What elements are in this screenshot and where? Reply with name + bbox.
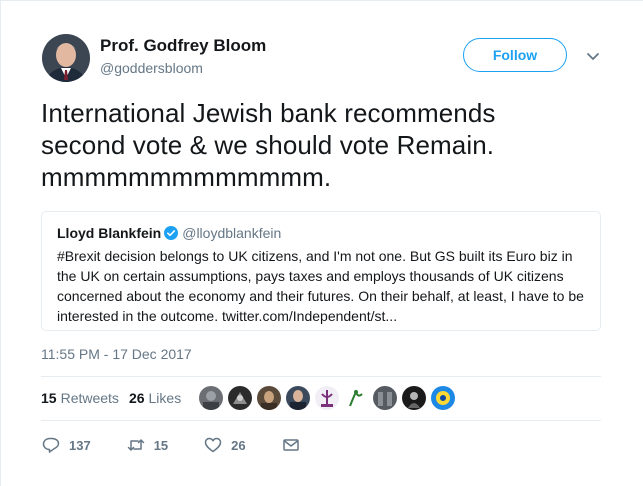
reply-icon: [42, 437, 60, 453]
window-top-border: [0, 0, 643, 1]
retweet-button[interactable]: 15: [127, 436, 168, 454]
likes-stat[interactable]: 26 Likes: [129, 390, 181, 406]
liker-avatar[interactable]: [199, 386, 223, 410]
tweet-text-line: mmmmmmmmmmmmm.: [41, 162, 332, 192]
heart-icon: [204, 437, 222, 453]
likes-label: Likes: [148, 390, 182, 406]
author-handle[interactable]: @goddersbloom: [100, 60, 203, 76]
direct-message-button[interactable]: [282, 436, 300, 454]
liker-avatar[interactable]: [315, 386, 339, 410]
tweet-stats: 15 Retweets 26 Likes: [41, 390, 181, 406]
like-button[interactable]: 26: [204, 436, 246, 454]
retweets-stat[interactable]: 15 Retweets: [41, 390, 119, 406]
author-avatar[interactable]: [42, 34, 90, 82]
quoted-text-line: the UK on certain assumptions, pays taxe…: [57, 268, 564, 284]
divider: [41, 376, 601, 377]
author-name[interactable]: Prof. Godfrey Bloom: [100, 36, 266, 56]
liker-avatar[interactable]: [257, 386, 281, 410]
follow-button[interactable]: Follow: [463, 38, 567, 72]
tweet-timestamp[interactable]: 11:55 PM - 17 Dec 2017: [41, 346, 192, 362]
quoted-tweet-text: #Brexit decision belongs to UK citizens,…: [57, 246, 586, 326]
tweet-text-line: International Jewish bank recommends: [41, 98, 496, 128]
retweets-count: 15: [41, 390, 57, 406]
window-left-border: [0, 0, 1, 486]
like-count: 26: [231, 437, 246, 453]
tweet-actions: 137 15 26: [42, 436, 300, 454]
liker-avatar[interactable]: [344, 386, 368, 410]
tweet-text: International Jewish bank recommends sec…: [41, 97, 601, 193]
likes-count: 26: [128, 390, 145, 406]
quoted-text-line: #Brexit decision belongs to UK citizens,…: [57, 248, 573, 264]
reply-button[interactable]: 137: [42, 436, 91, 454]
liker-avatar[interactable]: [228, 386, 252, 410]
liker-avatar[interactable]: [431, 386, 455, 410]
liker-avatar[interactable]: [373, 386, 397, 410]
message-icon: [282, 439, 299, 451]
retweet-count: 15: [153, 437, 169, 453]
quoted-tweet[interactable]: Lloyd Blankfein @lloydblankfein #Brexit …: [41, 211, 601, 331]
quoted-author-handle: @lloydblankfein: [182, 225, 282, 241]
reply-count: 137: [69, 437, 91, 453]
retweets-label: Retweets: [60, 390, 119, 406]
liker-avatars: [199, 386, 460, 410]
verified-badge-icon: [164, 226, 179, 240]
liker-avatar[interactable]: [286, 386, 310, 410]
chevron-down-icon[interactable]: [584, 47, 602, 65]
quoted-tweet-header: Lloyd Blankfein @lloydblankfein: [57, 224, 586, 242]
tweet-text-line: second vote & we should vote Remain.: [41, 130, 495, 160]
quoted-author-name: Lloyd Blankfein: [57, 225, 162, 241]
retweet-icon: [127, 439, 144, 451]
liker-avatar[interactable]: [402, 386, 426, 410]
divider: [41, 420, 601, 421]
quoted-text-line: concerned about the economy and their fu…: [57, 288, 584, 304]
quoted-text-line: interested in the outcome. twitter.com/I…: [57, 308, 398, 324]
